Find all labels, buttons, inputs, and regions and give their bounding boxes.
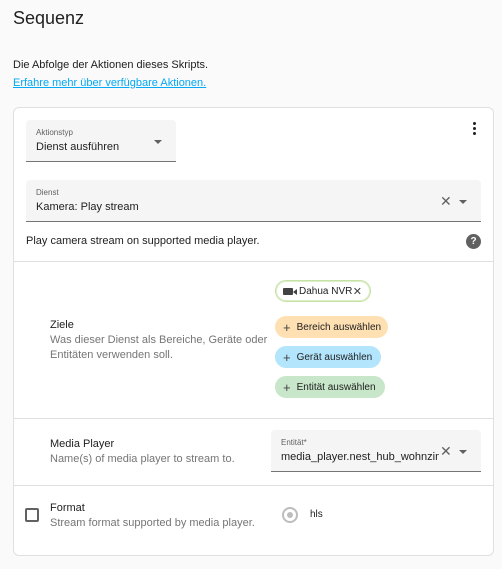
action-type-label: Aktionstyp [36,128,73,137]
format-title: Format [50,502,85,514]
camera-icon [283,287,297,295]
clear-icon[interactable]: ✕ [440,194,452,208]
action-type-value: Dienst ausführen [36,141,120,153]
media-player-description: Name(s) of media player to stream to. [50,453,235,465]
clear-icon[interactable]: ✕ [440,444,452,458]
device-chip-label: Dahua NVR [299,285,353,297]
targets-title: Ziele [50,319,74,331]
learn-more-link[interactable]: Erfahre mehr über verfügbare Aktionen. [13,77,206,89]
service-description: Play camera stream on supported media pl… [26,235,260,247]
add-device-label: Gerät auswählen [296,351,373,363]
add-entity-label: Entität auswählen [296,381,376,393]
format-description: Stream format supported by media player. [50,517,255,529]
add-device-button[interactable]: + Gerät auswählen [275,346,381,368]
media-player-title: Media Player [50,438,115,450]
action-card: Aktionstyp Dienst ausführen Dienst Kamer… [13,107,494,556]
chevron-down-icon[interactable] [459,200,467,204]
page-description: Die Abfolge der Aktionen dieses Skripts. [13,59,209,71]
divider [14,261,493,262]
chevron-down-icon[interactable] [459,450,467,454]
divider [14,418,493,419]
chevron-down-icon [154,140,162,144]
entity-label: Entität* [281,438,307,447]
format-checkbox[interactable] [25,508,39,522]
service-select[interactable]: Dienst Kamera: Play stream ✕ [26,180,481,222]
plus-icon: + [283,379,291,395]
media-player-entity-select[interactable]: Entität* media_player.nest_hub_wohnzim ✕ [271,430,481,472]
device-chip[interactable]: Dahua NVR ✕ [275,280,371,302]
plus-icon: + [283,319,291,335]
remove-chip-icon[interactable]: ✕ [353,285,362,298]
add-area-button[interactable]: + Bereich auswählen [275,316,388,338]
add-area-label: Bereich auswählen [296,321,382,333]
plus-icon: + [283,349,291,365]
service-label: Dienst [36,188,59,197]
service-value: Kamera: Play stream [36,201,139,213]
format-radio-hls[interactable] [282,507,298,523]
action-type-select[interactable]: Aktionstyp Dienst ausführen [26,120,176,162]
more-vert-icon[interactable] [469,122,479,138]
entity-value: media_player.nest_hub_wohnzim [281,451,439,463]
page-title: Sequenz [13,8,85,28]
targets-description: Was dieser Dienst als Bereiche, Geräte o… [50,334,268,361]
help-icon[interactable]: ? [466,234,481,249]
add-entity-button[interactable]: + Entität auswählen [275,376,385,398]
divider [14,485,493,486]
format-radio-label: hls [310,509,323,520]
